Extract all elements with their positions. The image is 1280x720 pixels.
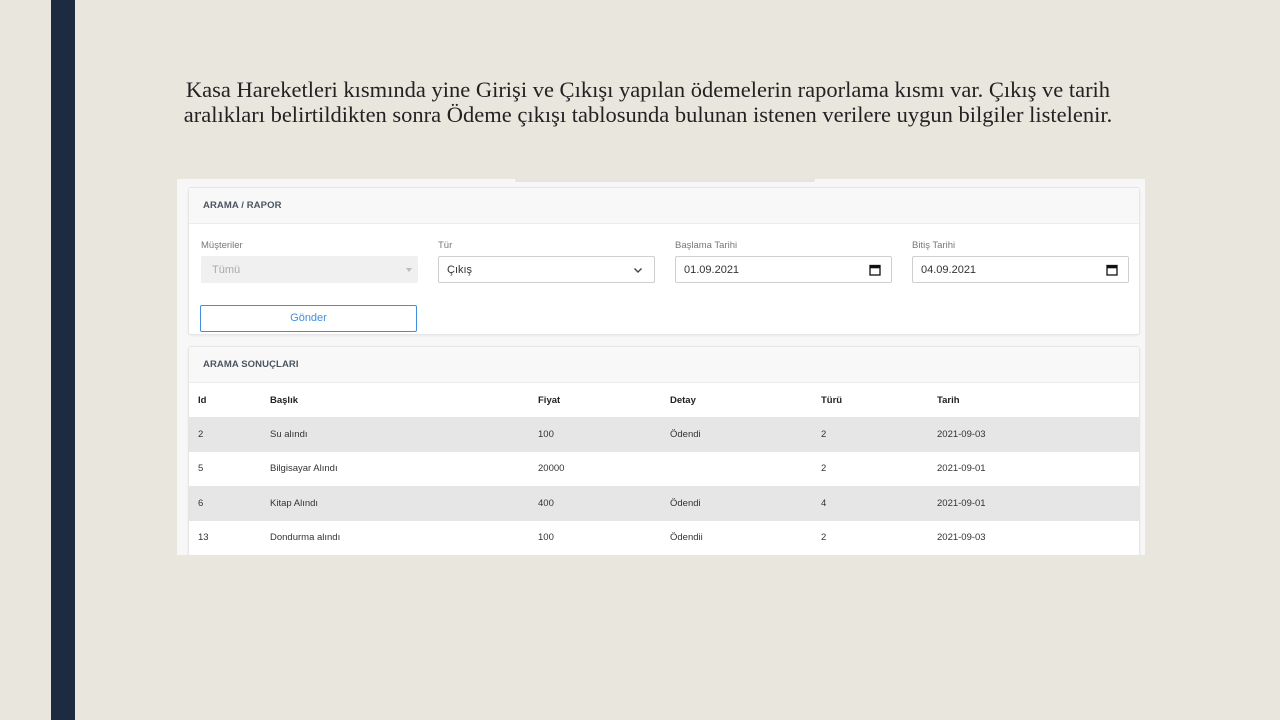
- column-header-date[interactable]: Tarih: [937, 383, 1139, 417]
- cell-price: 100: [538, 532, 554, 544]
- cell-detail: Ödendi: [670, 417, 821, 452]
- end-date-field: Bitiş Tarihi 04.09.2021: [912, 240, 1129, 283]
- column-header-id[interactable]: Id: [189, 383, 270, 417]
- results-card-title: ARAMA SONUÇLARI: [189, 347, 1139, 383]
- cell-date: 2021-09-01: [937, 486, 1139, 521]
- cell-title: Su alındı: [270, 417, 538, 452]
- type-value: Çıkış: [447, 263, 473, 276]
- type-select[interactable]: Çıkış: [438, 256, 655, 283]
- column-header-type[interactable]: Türü: [821, 383, 937, 417]
- calendar-icon[interactable]: [1106, 264, 1118, 276]
- start-date-field: Başlama Tarihi 01.09.2021: [675, 240, 892, 283]
- cell-date: 2021-09-03: [937, 417, 1139, 452]
- customers-field: Müşteriler Tümü: [201, 240, 418, 283]
- calendar-icon[interactable]: [869, 264, 881, 276]
- search-card-title: ARAMA / RAPOR: [189, 188, 1139, 224]
- caret-down-icon: [406, 268, 412, 272]
- table-row[interactable]: 5 Bilgisayar Alındı 20000 2 2021-09-01: [189, 452, 1139, 487]
- customers-select[interactable]: Tümü: [201, 256, 418, 283]
- customers-value: Tümü: [212, 263, 241, 276]
- cell-title: Kitap Alındı: [270, 486, 538, 521]
- cell-detail: Ödendi: [670, 486, 821, 521]
- app-screenshot: ARAMA / RAPOR Müşteriler Tümü Tür Çıkış: [177, 179, 1145, 555]
- end-date-input[interactable]: 04.09.2021: [912, 256, 1129, 283]
- slide-side-bar: [51, 0, 75, 720]
- table-row[interactable]: 13 Dondurma alındı 100 Ödendii 2 2021-09…: [189, 521, 1139, 556]
- cell-title: Dondurma alındı: [270, 532, 341, 544]
- type-label: Tür: [438, 240, 453, 251]
- cell-date: 2021-09-01: [937, 463, 986, 475]
- cell-type: 2: [821, 463, 827, 475]
- start-date-input[interactable]: 01.09.2021: [675, 256, 892, 283]
- caption-line-2: aralıkları belirtildikten sonra Ödeme çı…: [183, 102, 1113, 127]
- end-date-label: Bitiş Tarihi: [912, 240, 956, 251]
- submit-button[interactable]: Gönder: [200, 305, 417, 332]
- column-header-price[interactable]: Fiyat: [538, 383, 670, 417]
- cell-id: 13: [198, 532, 209, 544]
- search-report-card: ARAMA / RAPOR Müşteriler Tümü Tür Çıkış: [188, 187, 1140, 335]
- column-header-detail[interactable]: Detay: [670, 383, 821, 417]
- cell-price: 100: [538, 417, 670, 452]
- caption-line-1: Kasa Hareketleri kısmında yine Girişi ve…: [185, 77, 1111, 102]
- results-table: Id Başlık Fiyat Detay Türü Tarih 2 Su al…: [189, 383, 1139, 555]
- table-header-row: Id Başlık Fiyat Detay Türü Tarih: [189, 383, 1139, 417]
- slide-caption: Kasa Hareketleri kısmında yine Girişi ve…: [140, 77, 1156, 127]
- cell-date: 2021-09-03: [937, 532, 986, 544]
- cell-type: 2: [821, 532, 827, 544]
- top-divider: [515, 179, 815, 182]
- cell-detail: [670, 452, 821, 487]
- cell-type: 2: [821, 417, 937, 452]
- end-date-value: 04.09.2021: [921, 263, 977, 276]
- chevron-down-icon: [634, 268, 642, 273]
- search-results-card: ARAMA SONUÇLARI Id Başlık Fiyat Detay Tü…: [188, 346, 1140, 555]
- cell-detail: Ödendii: [670, 532, 703, 544]
- cell-id: 5: [198, 463, 204, 475]
- cell-id: 6: [189, 486, 270, 521]
- start-date-label: Başlama Tarihi: [675, 240, 738, 251]
- cell-title: Bilgisayar Alındı: [270, 463, 338, 475]
- search-form: Müşteriler Tümü Tür Çıkış Başlama Tarihi: [201, 240, 1129, 300]
- column-header-title[interactable]: Başlık: [270, 383, 538, 417]
- customers-label: Müşteriler: [201, 240, 243, 251]
- cell-price: 400: [538, 486, 670, 521]
- table-row[interactable]: 2 Su alındı 100 Ödendi 2 2021-09-03: [189, 417, 1139, 452]
- table-row[interactable]: 6 Kitap Alındı 400 Ödendi 4 2021-09-01: [189, 486, 1139, 521]
- cell-price: 20000: [538, 463, 565, 475]
- start-date-value: 01.09.2021: [684, 263, 740, 276]
- cell-type: 4: [821, 486, 937, 521]
- cell-id: 2: [189, 417, 270, 452]
- type-field: Tür Çıkış: [438, 240, 655, 283]
